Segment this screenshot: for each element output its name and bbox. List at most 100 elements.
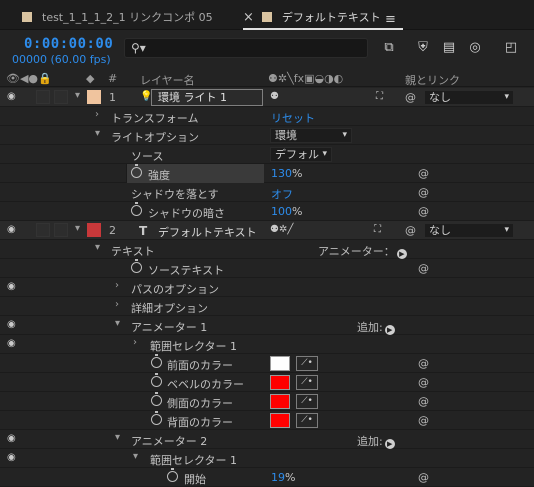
expand-twisty[interactable]: ▾ <box>75 223 80 234</box>
prop-row-source-text[interactable]: ソーステキスト @ <box>0 259 534 278</box>
expression-pickwhip-icon[interactable]: @ <box>418 262 429 275</box>
switches-icons[interactable]: ⚉✲╱ <box>270 224 293 235</box>
source-dropdown[interactable]: デフォル ▾ <box>270 147 332 162</box>
collapse-twisty[interactable]: › <box>133 337 137 348</box>
comp-flowchart-icon[interactable]: ⧉ <box>380 39 398 57</box>
column-layer-name[interactable]: レイヤー名 <box>140 72 195 88</box>
layer-row-1[interactable]: ◉ ▾ 1 💡 環境 ライト 1 ⚉ ⛶ @ なし ▾ <box>0 88 534 107</box>
expand-twisty[interactable]: ▾ <box>133 451 138 462</box>
prop-row-transform[interactable]: › トランスフォーム リセット <box>0 107 534 126</box>
stopwatch-icon[interactable] <box>151 411 162 425</box>
layer-row-2[interactable]: ◉ ▾ 2 T デフォルトテキスト ⚉✲╱ ⛶ @ なし ▾ <box>0 221 534 240</box>
expression-pickwhip-icon[interactable]: @ <box>418 395 429 408</box>
stopwatch-icon[interactable] <box>151 373 162 387</box>
layer-search-input[interactable]: ⚲▾ <box>124 38 368 58</box>
layer-name[interactable]: 環境 ライト 1 <box>151 89 263 106</box>
casts-shadows-value[interactable]: オフ <box>271 186 293 202</box>
stopwatch-icon[interactable] <box>131 164 142 178</box>
stopwatch-icon[interactable] <box>151 354 162 368</box>
expand-twisty[interactable]: ▾ <box>115 432 120 443</box>
front-color-swatch[interactable] <box>270 356 290 371</box>
eyedropper-icon[interactable]: ⟋• <box>296 394 318 409</box>
animate-menu-button[interactable]: アニメーター： ▶ <box>318 243 407 259</box>
expression-pickwhip-icon[interactable]: @ <box>418 357 429 370</box>
solo-toggle[interactable] <box>36 90 50 104</box>
light-type-dropdown[interactable]: 環境 ▾ <box>270 128 352 143</box>
motion-blur-icon[interactable]: ◎ <box>466 39 484 57</box>
eye-icon[interactable]: ◉ <box>7 319 19 331</box>
eye-icon[interactable]: ◉ <box>7 281 19 293</box>
prop-row-source[interactable]: ソース デフォル ▾ <box>0 145 534 164</box>
tab-default-text[interactable]: × デフォルトテキスト <box>243 6 403 30</box>
eye-icon[interactable]: ◉ <box>7 338 19 350</box>
eye-icon[interactable]: ◉ <box>7 224 19 236</box>
prop-row-casts-shadows[interactable]: シャドウを落とす オフ @ <box>0 183 534 202</box>
start-value[interactable]: 19% <box>271 471 295 484</box>
prop-row-animator-2[interactable]: ◉ ▾ アニメーター 2 追加: ▶ <box>0 430 534 449</box>
prop-row-text[interactable]: ▾ テキスト アニメーター： ▶ <box>0 240 534 259</box>
prop-row-range-selector-2[interactable]: ◉ ▾ 範囲セレクター 1 <box>0 449 534 468</box>
collapse-twisty[interactable]: › <box>115 299 119 310</box>
prop-row-more-options[interactable]: › 詳細オプション <box>0 297 534 316</box>
reset-link[interactable]: リセット <box>271 110 315 126</box>
tab-link-comp[interactable]: test_1_1_1_2_1 リンクコンポ 05 <box>22 6 252 28</box>
shy-icon[interactable]: ⚉ <box>270 91 279 102</box>
pickwhip-icon[interactable]: @ <box>405 224 416 237</box>
current-time-display[interactable]: 0:00:00:00 <box>24 36 113 52</box>
expand-twisty[interactable]: ▾ <box>75 90 80 101</box>
layer-label-color[interactable] <box>87 90 101 104</box>
solo-toggle[interactable] <box>36 223 50 237</box>
prop-row-intensity[interactable]: 強度 130% @ <box>0 164 534 183</box>
eye-icon[interactable]: ◉ <box>7 91 19 103</box>
prop-row-bevel-color[interactable]: ベベルのカラー ⟋• @ <box>0 373 534 392</box>
eye-icon[interactable]: ◉ <box>7 433 19 445</box>
eyedropper-icon[interactable]: ⟋• <box>296 375 318 390</box>
close-icon[interactable]: × <box>243 10 254 25</box>
stopwatch-icon[interactable] <box>131 259 142 273</box>
stopwatch-icon[interactable] <box>151 392 162 406</box>
eyedropper-icon[interactable]: ⟋• <box>296 413 318 428</box>
expression-pickwhip-icon[interactable]: @ <box>418 471 429 484</box>
collapse-twisty[interactable]: › <box>115 280 119 291</box>
collapse-twisty[interactable]: › <box>95 109 99 120</box>
intensity-value[interactable]: 130% <box>271 167 302 180</box>
add-menu-button[interactable]: 追加: ▶ <box>357 433 395 449</box>
parent-dropdown[interactable]: なし ▾ <box>424 90 514 105</box>
expand-twisty[interactable]: ▾ <box>95 242 100 253</box>
prop-row-light-options[interactable]: ▾ ライトオプション 環境 ▾ <box>0 126 534 145</box>
prop-row-side-color[interactable]: 側面のカラー ⟋• @ <box>0 392 534 411</box>
prop-row-back-color[interactable]: 背面のカラー ⟋• @ <box>0 411 534 430</box>
shadow-darkness-value[interactable]: 100% <box>271 205 302 218</box>
draft-3d-icon[interactable]: ⛨ <box>414 39 432 57</box>
prop-row-start[interactable]: 開始 19% @ <box>0 468 534 487</box>
3d-layer-icon[interactable]: ⛶ <box>374 224 381 235</box>
expand-twisty[interactable]: ▾ <box>115 318 120 329</box>
layer-label-color[interactable] <box>87 223 101 237</box>
parent-dropdown[interactable]: なし ▾ <box>424 223 514 238</box>
lock-toggle[interactable] <box>54 90 68 104</box>
expression-pickwhip-icon[interactable]: @ <box>418 167 429 180</box>
stopwatch-icon[interactable] <box>167 468 178 482</box>
eyedropper-icon[interactable]: ⟋• <box>296 356 318 371</box>
bevel-color-swatch[interactable] <box>270 375 290 390</box>
prop-row-animator-1[interactable]: ◉ ▾ アニメーター 1 追加: ▶ <box>0 316 534 335</box>
expand-twisty[interactable]: ▾ <box>95 128 100 139</box>
add-menu-button[interactable]: 追加: ▶ <box>357 319 395 335</box>
lock-toggle[interactable] <box>54 223 68 237</box>
prop-row-front-color[interactable]: 前面のカラー ⟋• @ <box>0 354 534 373</box>
expression-pickwhip-icon[interactable]: @ <box>418 205 429 218</box>
layer-name[interactable]: デフォルトテキスト <box>158 224 257 240</box>
frame-blending-icon[interactable]: ▤ <box>440 39 458 57</box>
prop-row-range-selector-1[interactable]: ◉ › 範囲セレクター 1 <box>0 335 534 354</box>
prop-row-shadow-darkness[interactable]: シャドウの暗さ 100% @ <box>0 202 534 221</box>
expression-pickwhip-icon[interactable]: @ <box>418 376 429 389</box>
side-color-swatch[interactable] <box>270 394 290 409</box>
prop-row-path-options[interactable]: ◉ › パスのオプション <box>0 278 534 297</box>
pickwhip-icon[interactable]: @ <box>405 91 416 104</box>
eye-icon[interactable]: ◉ <box>7 452 19 464</box>
expression-pickwhip-icon[interactable]: @ <box>418 186 429 199</box>
3d-layer-icon[interactable]: ⛶ <box>376 91 383 102</box>
expression-pickwhip-icon[interactable]: @ <box>418 414 429 427</box>
panel-menu-icon[interactable]: ≡ <box>385 12 396 27</box>
back-color-swatch[interactable] <box>270 413 290 428</box>
